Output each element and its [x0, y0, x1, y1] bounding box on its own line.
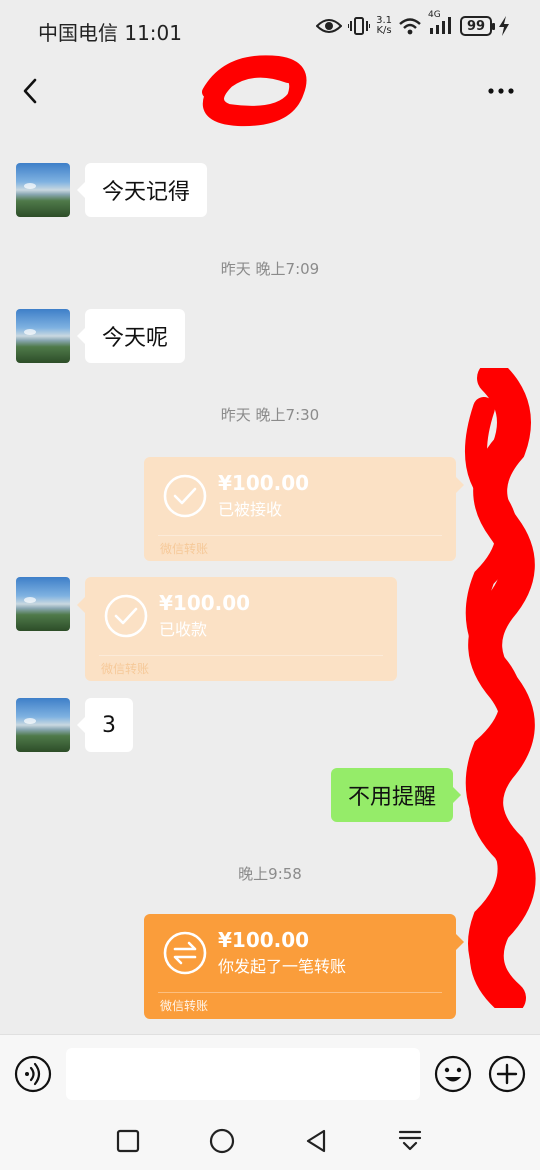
- redaction-scribble-title: [202, 55, 307, 127]
- wifi-icon: [399, 18, 421, 35]
- transfer-arrows-icon: [163, 931, 207, 975]
- transfer-label: 微信转账: [101, 662, 150, 676]
- notification-pull-down-icon[interactable]: [397, 1128, 423, 1154]
- message-bubble[interactable]: 今天呢: [76, 309, 186, 363]
- battery-level: 99: [466, 18, 486, 34]
- message-bubble[interactable]: 今天记得: [76, 163, 208, 217]
- divider: [99, 655, 383, 656]
- avatar[interactable]: [16, 163, 70, 217]
- check-circle-icon: [104, 594, 148, 638]
- transfer-status: 已被接收: [218, 500, 283, 519]
- transfer-amount: ¥100.00: [159, 591, 251, 615]
- cell-signal: 4G: [428, 10, 454, 36]
- battery-indicator: 99: [460, 16, 495, 36]
- back-triangle-icon[interactable]: [303, 1128, 329, 1154]
- charging-icon: [499, 16, 509, 36]
- message-text: 不用提醒: [348, 785, 437, 810]
- network-type: 4G: [428, 10, 441, 20]
- transfer-card-sent[interactable]: ¥100.00 你发起了一笔转账 微信转账: [144, 914, 464, 1019]
- carrier-time: 中国电信 11:01: [38, 21, 182, 45]
- message-input[interactable]: [66, 1048, 420, 1100]
- back-button[interactable]: [16, 76, 46, 106]
- redaction-scribble-avatars: [465, 368, 536, 1008]
- transfer-label: 微信转账: [160, 999, 209, 1013]
- divider: [158, 535, 442, 536]
- transfer-card-collected[interactable]: ¥100.00 已收款 微信转账: [77, 577, 397, 681]
- transfer-amount: ¥100.00: [218, 471, 310, 495]
- network-speed: 3.1 K/s: [376, 16, 392, 36]
- more-dots-icon[interactable]: [486, 76, 516, 106]
- speed-unit: K/s: [376, 25, 392, 36]
- divider: [158, 992, 442, 993]
- transfer-label: 微信转账: [160, 542, 209, 556]
- transfer-status: 你发起了一笔转账: [218, 957, 347, 976]
- transfer-status: 已收款: [159, 620, 208, 639]
- message-bubble-sent[interactable]: 不用提醒: [331, 768, 462, 822]
- input-bar: [0, 1034, 540, 1114]
- transfer-amount: ¥100.00: [218, 928, 310, 952]
- avatar[interactable]: [16, 577, 70, 631]
- transfer-card-received[interactable]: ¥100.00 已被接收 微信转账: [144, 457, 464, 561]
- vibrate-icon: [348, 17, 371, 35]
- message-text: 3: [102, 712, 116, 738]
- message-text: 今天呢: [102, 326, 169, 351]
- emoji-icon[interactable]: [434, 1055, 472, 1093]
- avatar[interactable]: [16, 309, 70, 363]
- system-nav-bar: [0, 1114, 540, 1170]
- voice-icon[interactable]: [14, 1055, 52, 1093]
- eye-icon: [316, 19, 343, 33]
- check-circle-icon: [163, 474, 207, 518]
- message-text: 今天记得: [102, 180, 191, 205]
- plus-circle-icon[interactable]: [488, 1055, 526, 1093]
- message-bubble[interactable]: 3: [77, 698, 133, 752]
- avatar[interactable]: [16, 698, 70, 752]
- timestamp: 昨天 晚上7:09: [220, 260, 320, 278]
- status-icons: 3.1 K/s 4G 99: [316, 10, 510, 36]
- recents-square-icon[interactable]: [115, 1128, 141, 1154]
- home-circle-icon[interactable]: [209, 1128, 235, 1154]
- status-bar: 中国电信 11:01 3.1 K/s 4G 99: [0, 0, 540, 60]
